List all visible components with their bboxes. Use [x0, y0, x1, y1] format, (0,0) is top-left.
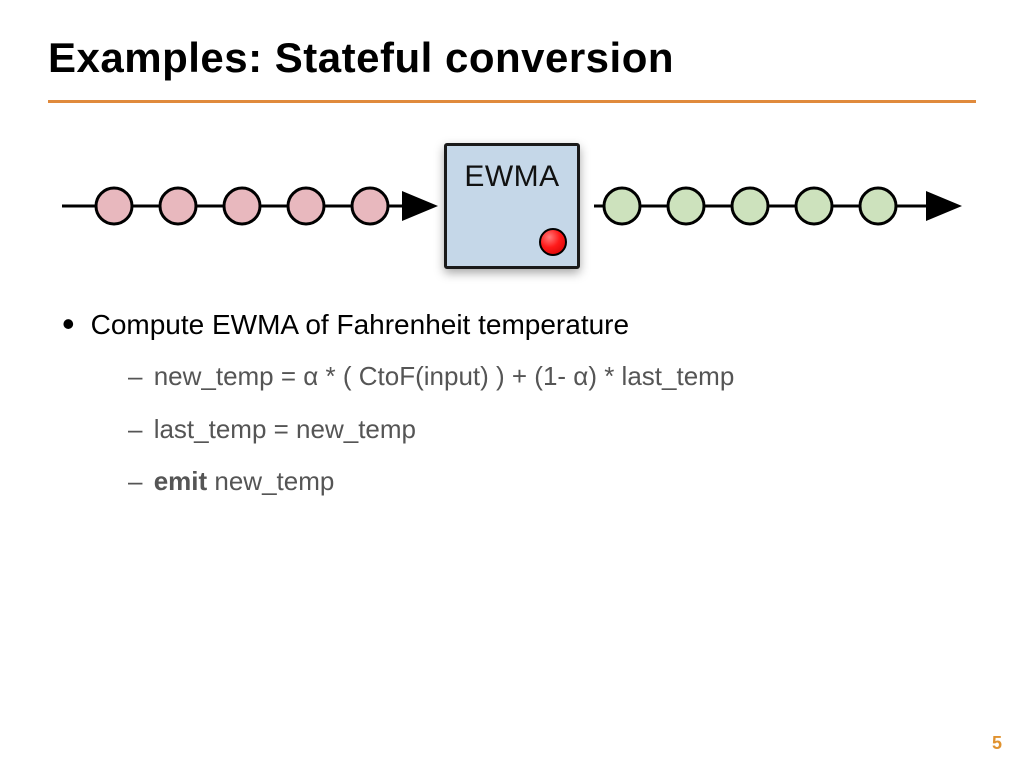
slide-body: Compute EWMA of Fahrenheit temperature n… — [48, 303, 976, 501]
state-dot-icon — [539, 228, 567, 256]
subbullet-1: new_temp = α * ( CtoF(input) ) + (1- α) … — [128, 356, 976, 396]
emit-rest: new_temp — [207, 466, 334, 496]
emit-keyword: emit — [154, 466, 207, 496]
ewma-label: EWMA — [464, 160, 559, 194]
bullet-1-text: Compute EWMA of Fahrenheit temperature — [91, 309, 629, 340]
page-number: 5 — [992, 733, 1002, 754]
title-rule — [48, 100, 976, 103]
input-stream — [60, 184, 440, 228]
ewma-diagram: EWMA — [48, 143, 976, 269]
subbullet-2: last_temp = new_temp — [128, 409, 976, 449]
output-stream — [584, 184, 964, 228]
subbullet-3: emit new_temp — [128, 461, 976, 501]
slide-title: Examples: Stateful conversion — [48, 34, 976, 82]
bullet-1: Compute EWMA of Fahrenheit temperature n… — [48, 303, 976, 501]
slide: Examples: Stateful conversion EWMA — [0, 0, 1024, 768]
ewma-box: EWMA — [444, 143, 580, 269]
